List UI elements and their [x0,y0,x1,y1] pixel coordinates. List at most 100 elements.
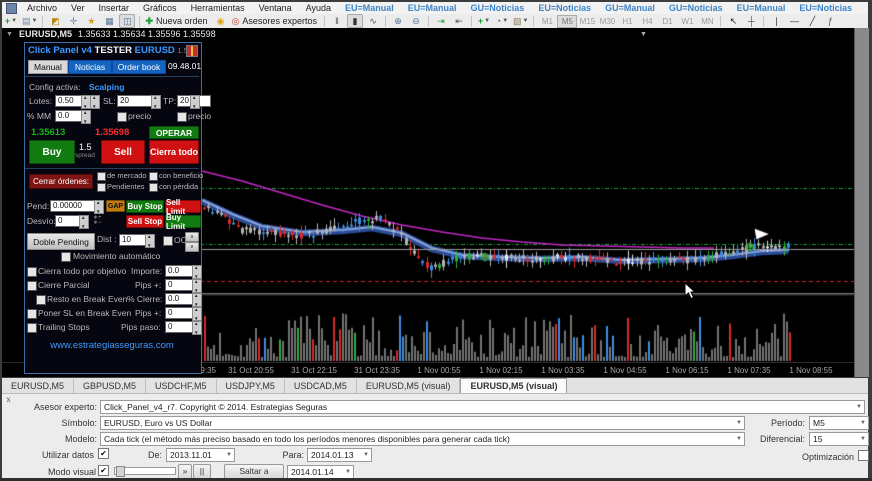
zoom-out-button[interactable]: ⊖ [408,14,424,28]
tester-tab-1[interactable]: GBPUSD,M5 [74,379,146,393]
strategy-tester-button[interactable]: ◫ [119,14,135,28]
skip-date-combo[interactable]: 2014.01.14▼ [287,465,354,479]
fibonacci-button[interactable]: ƒ [822,14,838,28]
auto-scroll-button[interactable]: ⇥ [433,14,449,28]
timeframe-h1-button[interactable]: H1 [617,15,637,28]
trend-line-button[interactable]: ╱ [804,14,820,28]
period-combo[interactable]: M5▼ [809,416,869,430]
menu-link-1[interactable]: EU=Manual [401,3,464,13]
loss-orders-checkbox[interactable] [149,183,158,192]
new-chart-button[interactable]: +▼ [3,14,19,28]
sell-button[interactable]: Sell [101,140,145,164]
timeframe-m30-button[interactable]: M30 [597,15,617,28]
timeframe-w1-button[interactable]: W1 [677,15,697,28]
menu-link-4[interactable]: GU=Manual [598,3,662,13]
pending-orders-checkbox[interactable] [97,183,106,192]
to-combo[interactable]: 2014.01.13▼ [307,448,372,462]
pips2-spinner[interactable] [192,307,202,321]
amount-spinner[interactable] [192,265,202,279]
tester-tab-3[interactable]: USDJPY,M5 [217,379,285,393]
use-dates-checkbox[interactable]: ✔ [98,448,109,459]
market-orders-checkbox[interactable] [97,172,106,181]
amount-input[interactable]: 0.0 [165,265,195,277]
timeframe-h4-button[interactable]: H4 [637,15,657,28]
menu-link-5[interactable]: GU=Noticias [662,3,730,13]
operar-button[interactable]: OPERAR [149,126,199,139]
timeframe-m15-button[interactable]: M15 [577,15,597,28]
menu-link-6[interactable]: EU=Manual [730,3,793,13]
tester-tab-5[interactable]: EURUSD,M5 (visual) [357,379,461,393]
new-order-button[interactable]: ✚Nueva orden [144,14,210,28]
close-pct-input[interactable]: 0.0 [165,293,195,305]
model-combo[interactable]: Cada tick (el método más preciso basado … [100,432,745,446]
buy-stop-button[interactable]: Buy Stop [126,200,164,213]
pips-step-input[interactable]: 0 [165,321,195,333]
menu-item-gráficos[interactable]: Gráficos [136,3,184,13]
menu-item-herramientas[interactable]: Herramientas [184,3,252,13]
navigator-button[interactable]: ★ [83,14,99,28]
menu-item-ayuda[interactable]: Ayuda [299,3,338,13]
pips-step-spinner[interactable] [192,321,202,335]
menu-item-ver[interactable]: Ver [64,3,92,13]
partial-close-checkbox[interactable] [27,281,37,291]
pips1-input[interactable]: 0 [165,279,195,291]
close-all-button[interactable]: Cierra todo [149,140,199,164]
profiles-button[interactable]: ▤▼ [21,14,38,28]
data-window-button[interactable]: ✛ [65,14,81,28]
sl-breakeven-checkbox[interactable] [27,309,37,319]
tester-tab-4[interactable]: USDCAD,M5 [285,379,357,393]
deviation-input[interactable]: 0 [55,215,81,227]
cursor-tool-button[interactable]: ↖ [725,14,741,28]
indicators-button[interactable]: +▼ [476,14,492,28]
pending-spinner[interactable] [94,200,104,214]
double-pending-button[interactable]: Doble Pending [27,233,95,250]
sl-spinner[interactable] [151,95,161,109]
pending-price-input[interactable]: 0.00000 [50,200,96,212]
config-value[interactable]: Scalping [89,82,124,92]
horizontal-line-button[interactable]: — [786,14,802,28]
pips-plus-minus-icon[interactable]: ∗+∗− [93,216,102,226]
gift-icon[interactable] [186,45,198,57]
menu-link-3[interactable]: EU=Noticias [531,3,598,13]
skip-to-button[interactable]: Saltar a [224,464,284,479]
menu-item-ventana[interactable]: Ventana [252,3,299,13]
line-chart-button[interactable]: ∿ [365,14,381,28]
buy-limit-button[interactable]: Buy Limit [165,215,201,228]
tab-noticias[interactable]: Noticias [68,60,112,74]
trailing-checkbox[interactable] [27,323,37,333]
pause-button[interactable]: || [193,464,211,479]
candlestick-chart-button[interactable]: ▮ [347,14,363,28]
pips2-input[interactable]: 0 [165,307,195,319]
spread-combo[interactable]: 15▼ [809,432,869,446]
gap-button[interactable]: GAP [106,200,125,212]
optimization-checkbox[interactable] [858,450,869,461]
tab-manual[interactable]: Manual [28,60,68,74]
deviation-spinner[interactable] [79,215,89,229]
periods-button[interactable]: ◔▼ [494,14,510,28]
expert-advisors-button[interactable]: ◎Asesores expertos [231,14,320,28]
terminal-button[interactable]: ▦ [101,14,117,28]
tester-close-icon[interactable]: x [4,396,13,405]
tester-tab-6[interactable]: EURUSD,M5 (visual) [460,378,567,393]
menu-item-insertar[interactable]: Insertar [92,3,137,13]
sl-input[interactable]: 20 [117,95,153,107]
lots-spinner2[interactable] [90,95,100,109]
tester-tab-2[interactable]: USDCHF,M5 [146,379,217,393]
oco-checkbox[interactable] [163,236,173,246]
timeframe-m5-button[interactable]: M5 [557,15,577,28]
alert-icon[interactable]: ◉ [213,14,229,28]
chart-collapse-icon[interactable]: ▼ [6,31,13,38]
from-combo[interactable]: 2013.11.01▼ [166,448,235,462]
scroll-to-end-icon[interactable]: ▼ [640,31,647,38]
symbol-combo[interactable]: EURUSD, Euro vs US Dollar▼ [100,416,745,430]
tp-price-checkbox[interactable] [177,112,187,122]
tester-tab-0[interactable]: EURUSD,M5 [2,379,74,393]
visual-mode-checkbox[interactable]: ✔ [98,465,109,476]
sl-price-checkbox[interactable] [117,112,127,122]
close-target-checkbox[interactable] [27,267,37,277]
expert-combo[interactable]: Click_Panel_v4_r7. Copyright © 2014. Est… [100,400,865,414]
menu-link-2[interactable]: GU=Noticias [464,3,532,13]
price-chart-canvas[interactable] [200,40,854,362]
visual-speed-slider[interactable] [114,467,176,475]
close-pct-spinner[interactable] [192,293,202,307]
